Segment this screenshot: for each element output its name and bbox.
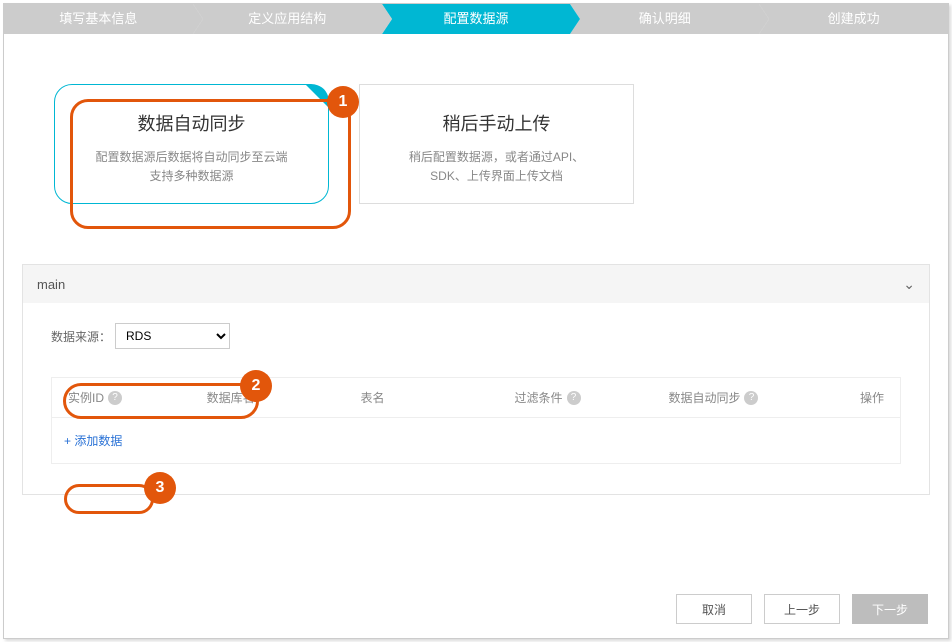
data-source-label: 数据来源： [51,328,111,345]
col-filter: 过滤条件 ? [515,389,669,406]
card-auto-sync[interactable]: 数据自动同步 配置数据源后数据将自动同步至云端 支持多种数据源 [54,84,329,204]
card-later-desc: 稍后配置数据源，或者通过API、 SDK、上传界面上传文档 [378,148,615,186]
table-section: main ⌄ 数据来源： RDS 实例ID ? 数据库名 表名 [22,264,930,495]
card-later-title: 稍后手动上传 [378,110,615,136]
prev-step-button[interactable]: 上一步 [764,594,840,624]
col-table-name: 表名 [361,389,515,406]
col-db-name: 数据库名 [207,389,361,406]
cancel-button[interactable]: 取消 [676,594,752,624]
col-operation: 操作 [822,389,884,406]
step-structure[interactable]: 定义应用结构 [193,4,382,34]
step-nav: 填写基本信息 定义应用结构 配置数据源 确认明细 创建成功 [4,4,948,34]
section-header[interactable]: main ⌄ [23,265,929,303]
section-title: main [37,277,65,292]
data-table: 实例ID ? 数据库名 表名 过滤条件 ? 数据自动同步 ? 操作 [51,377,901,464]
chevron-down-icon: ⌄ [903,276,915,293]
step-confirm[interactable]: 确认明细 [570,4,759,34]
step-datasource[interactable]: 配置数据源 [382,4,571,34]
help-icon[interactable]: ? [567,391,581,405]
col-auto-sync: 数据自动同步 ? [668,389,822,406]
data-source-select[interactable]: RDS [115,323,230,349]
card-auto-title: 数据自动同步 [73,110,310,136]
next-step-button: 下一步 [852,594,928,624]
add-data-button[interactable]: + 添加数据 [64,434,122,448]
card-upload-later[interactable]: 稍后手动上传 稍后配置数据源，或者通过API、 SDK、上传界面上传文档 [359,84,634,204]
step-basic-info[interactable]: 填写基本信息 [4,4,193,34]
step-success[interactable]: 创建成功 [759,4,948,34]
help-icon[interactable]: ? [744,391,758,405]
col-instance-id: 实例ID ? [68,389,207,406]
selected-corner-icon [306,85,328,107]
card-auto-desc: 配置数据源后数据将自动同步至云端 支持多种数据源 [73,148,310,186]
help-icon[interactable]: ? [108,391,122,405]
